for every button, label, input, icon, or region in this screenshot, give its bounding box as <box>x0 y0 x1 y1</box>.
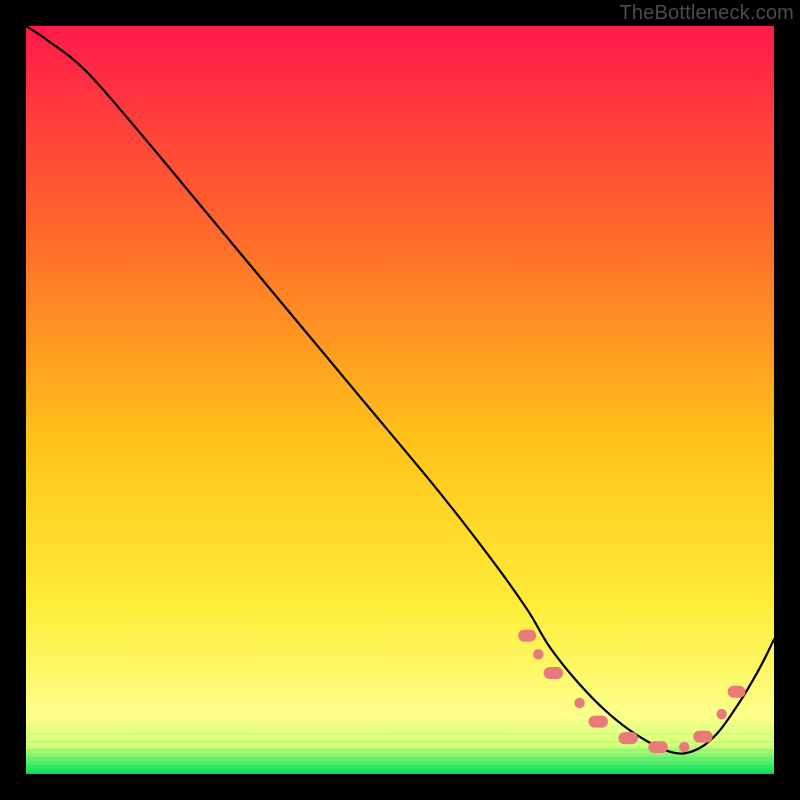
valley-marker <box>518 630 536 642</box>
valley-marker <box>716 709 726 719</box>
chart-frame: TheBottleneck.com <box>0 0 800 800</box>
valley-marker <box>693 731 712 743</box>
valley-marker <box>589 716 608 728</box>
plot-area <box>26 26 774 774</box>
valley-marker <box>648 741 667 753</box>
watermark-text: TheBottleneck.com <box>619 2 794 25</box>
valley-marker <box>728 686 746 698</box>
valley-marker <box>618 732 637 744</box>
chart-svg <box>26 26 774 774</box>
valley-marker <box>544 667 563 679</box>
valley-marker <box>679 742 689 752</box>
valley-marker <box>574 698 584 708</box>
gradient-background <box>26 26 774 774</box>
valley-marker <box>533 649 543 659</box>
